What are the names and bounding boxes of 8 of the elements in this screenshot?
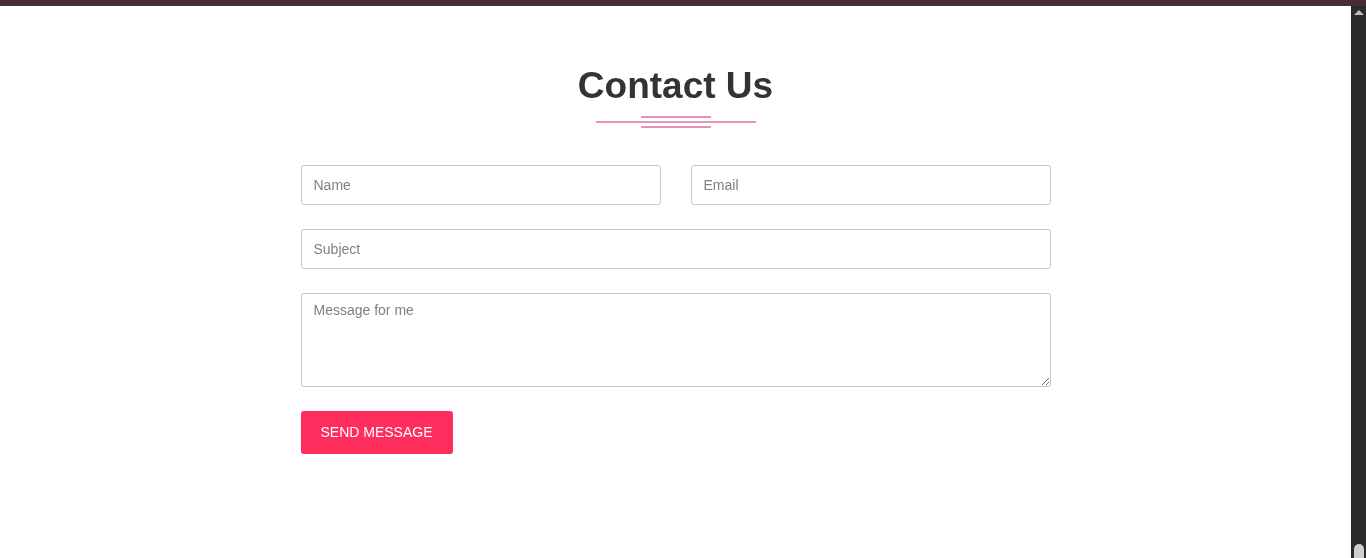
- input-field[interactable]: Subject: [300, 229, 1051, 270]
- scrollbar[interactable]: [1351, 6, 1366, 558]
- input-field[interactable]: Email: [690, 165, 1051, 206]
- heading-underline-icon: [595, 116, 756, 129]
- send-button[interactable]: SEND MESSAGE: [300, 411, 453, 455]
- heading: Contact Us: [576, 64, 775, 108]
- message-field[interactable]: Message for me: [300, 293, 1051, 388]
- input-field[interactable]: Name: [300, 165, 661, 206]
